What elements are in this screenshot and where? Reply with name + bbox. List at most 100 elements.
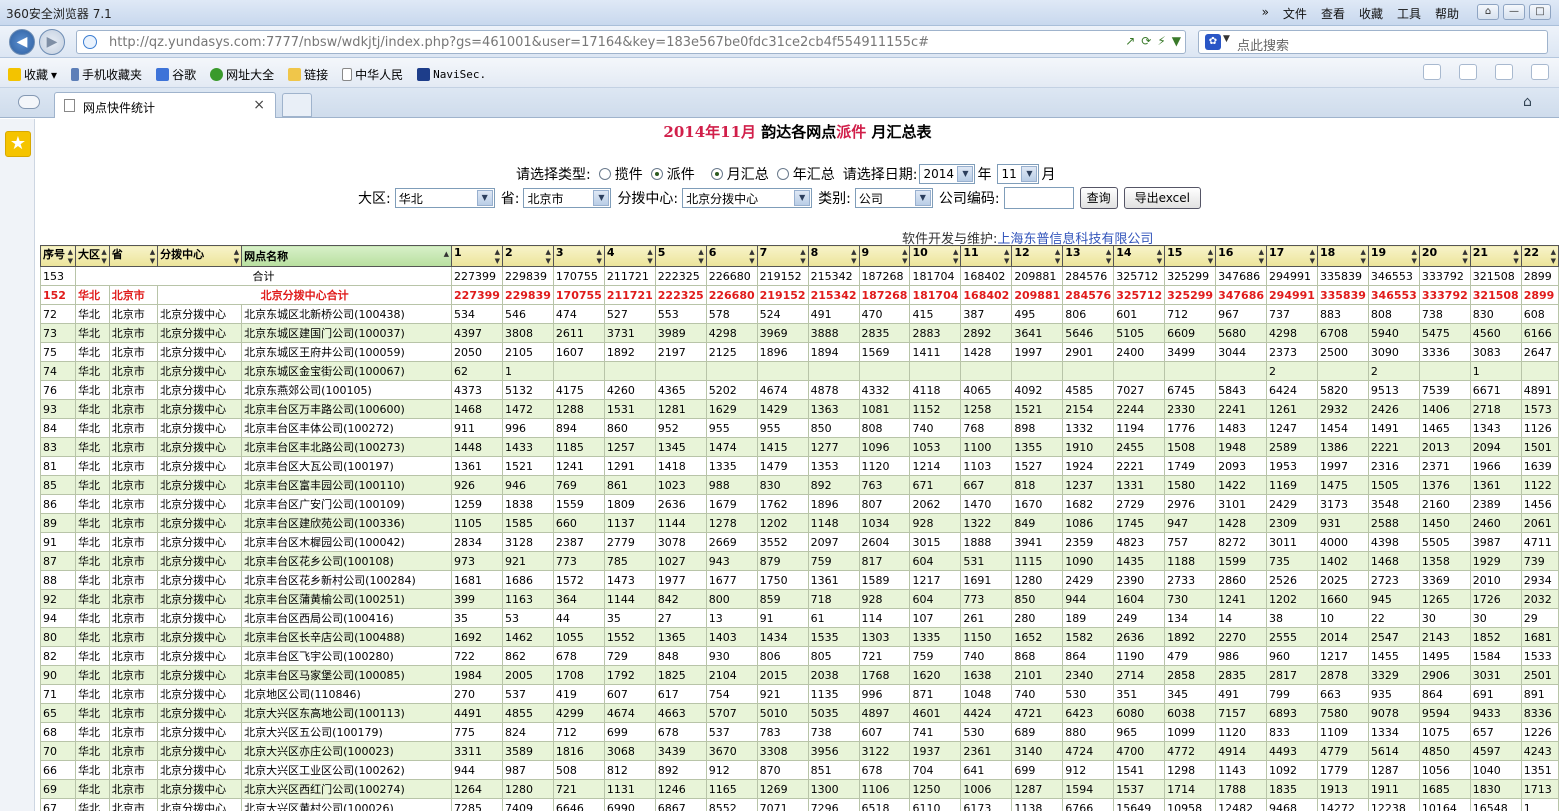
baidu-search-icon[interactable]: ✿ bbox=[1205, 34, 1221, 50]
search-box[interactable]: ✿ ▼ 点此搜索 bbox=[1198, 30, 1548, 54]
table-row[interactable]: 88 华北 北京市 北京分拨中心 北京丰台区花乡新村公司(100284) 1681 1686… bbox=[39, 570, 1559, 590]
sort-icon[interactable]: ▲ ▼ bbox=[1106, 248, 1111, 266]
screenshot-icon[interactable] bbox=[1531, 64, 1549, 80]
table-row[interactable]: 91 华北 北京市 北京分拨中心 北京丰台区木樨园公司(100042) 2834 3128 2… bbox=[39, 532, 1559, 552]
sort-icon[interactable]: ▲ ▼ bbox=[1055, 248, 1060, 266]
extension-icon[interactable] bbox=[1459, 64, 1477, 80]
column-header[interactable]: 5 ▲ ▼ bbox=[654, 245, 707, 267]
radio-collect[interactable] bbox=[598, 168, 611, 180]
security-icon[interactable] bbox=[1495, 64, 1513, 80]
sort-icon[interactable]: ▲ ▼ bbox=[953, 248, 958, 266]
region-select[interactable]: 华北 ▼ bbox=[394, 188, 495, 208]
forward-button[interactable]: ▶ bbox=[39, 29, 65, 55]
refresh-icon[interactable]: ⟳ bbox=[1141, 34, 1151, 48]
column-header[interactable]: 6 ▲ ▼ bbox=[705, 245, 758, 267]
sort-icon[interactable]: ▲ ▼ bbox=[101, 248, 106, 266]
table-row[interactable]: 69 华北 北京市 北京分拨中心 北京大兴区西红门公司(100274) 1264 1280 7… bbox=[39, 779, 1559, 799]
bookmark-google[interactable]: 谷歌 bbox=[156, 66, 196, 83]
home-icon[interactable]: ⌂ bbox=[1523, 94, 1539, 110]
center-select[interactable]: 北京分拨中心 ▼ bbox=[682, 188, 813, 208]
table-row[interactable]: 74 华北 北京市 北京分拨中心 北京东城区金宝街公司(100067) 62 1 2 2 1 bbox=[39, 361, 1559, 381]
search-placeholder[interactable]: 点此搜索 bbox=[1237, 35, 1289, 54]
sort-icon[interactable]: ▲ ▼ bbox=[1411, 248, 1416, 266]
url-text[interactable]: http://qz.yundasys.com:7777/nbsw/wdkjtj/… bbox=[109, 35, 929, 50]
sort-icon[interactable]: ▲ ▼ bbox=[698, 248, 703, 266]
bookmark-links[interactable]: 链接 bbox=[288, 66, 328, 83]
favorites-star-icon[interactable]: ★ bbox=[5, 131, 31, 157]
export-excel-button[interactable]: 导出excel bbox=[1123, 187, 1201, 209]
table-row[interactable]: 92 华北 北京市 北京分拨中心 北京丰台区蒲黄榆公司(100251) 399 1163 36… bbox=[39, 589, 1559, 609]
sort-icon[interactable]: ▲ ▼ bbox=[851, 248, 856, 266]
table-row[interactable]: 85 华北 北京市 北京分拨中心 北京丰台区富丰园公司(100110) 926 946 769… bbox=[39, 475, 1559, 495]
address-bar[interactable]: http://qz.yundasys.com:7777/nbsw/wdkjtj/… bbox=[76, 30, 1186, 54]
radio-monthly[interactable] bbox=[710, 168, 723, 180]
sort-icon[interactable]: ▲ ▼ bbox=[1310, 248, 1315, 266]
radio-yearly[interactable] bbox=[776, 168, 789, 180]
sort-icon[interactable]: ▲ ▼ bbox=[1513, 248, 1518, 266]
menu-favorites[interactable]: 收藏 bbox=[1359, 5, 1383, 22]
table-row[interactable]: 81 华北 北京市 北京分拨中心 北京丰台区大瓦公司(100197) 1361 1521 12… bbox=[39, 456, 1559, 476]
column-header[interactable]: 14 ▲ ▼ bbox=[1113, 245, 1166, 267]
table-row[interactable]: 73 华北 北京市 北京分拨中心 北京东城区建国门公司(100037) 4397 3808 2… bbox=[39, 323, 1559, 343]
sort-icon[interactable]: ▲ ▼ bbox=[234, 248, 239, 266]
share-icon[interactable]: ↗ bbox=[1125, 34, 1135, 48]
menu-help[interactable]: 帮助 bbox=[1435, 5, 1459, 22]
column-header[interactable]: 15 ▲ ▼ bbox=[1164, 245, 1217, 267]
company-code-input[interactable] bbox=[1003, 187, 1074, 209]
province-select[interactable]: 北京市 ▼ bbox=[523, 188, 612, 208]
table-row[interactable]: 89 华北 北京市 北京分拨中心 北京丰台区建欣苑公司(100336) 1105 1585 6… bbox=[39, 513, 1559, 533]
column-header[interactable]: 2 ▲ ▼ bbox=[501, 245, 554, 267]
column-header[interactable]: 18 ▲ ▼ bbox=[1316, 245, 1369, 267]
table-row[interactable]: 67 华北 北京市 北京分拨中心 北京大兴区黄村公司(100026) 7285 7409 66… bbox=[39, 798, 1559, 811]
column-header[interactable]: 10 ▲ ▼ bbox=[909, 245, 962, 267]
sort-icon[interactable]: ▲ ▼ bbox=[150, 248, 155, 266]
table-row[interactable]: 65 华北 北京市 北京分拨中心 北京大兴区东高地公司(100113) 4491 4855 4… bbox=[39, 703, 1559, 723]
table-row[interactable]: 71 华北 北京市 北京分拨中心 北京地区公司(110846) 270 537 419 607 6… bbox=[39, 684, 1559, 704]
table-row[interactable]: 86 华北 北京市 北京分拨中心 北京丰台区广安门公司(100109) 1259 1838 1… bbox=[39, 494, 1559, 514]
bookmark-navisec[interactable]: NaviSec. bbox=[417, 66, 486, 83]
column-header[interactable]: 12 ▲ ▼ bbox=[1011, 245, 1064, 267]
dropdown-icon[interactable]: ▼ bbox=[1172, 34, 1181, 48]
column-header[interactable]: 分拨中心 ▲ ▼ bbox=[157, 245, 243, 267]
table-row[interactable]: 76 华北 北京市 北京分拨中心 北京东燕郊公司(100105) 4373 5132 4175… bbox=[39, 380, 1559, 400]
bookmark-sites[interactable]: 网址大全 bbox=[210, 66, 274, 83]
sort-icon[interactable]: ▲ ▼ bbox=[1259, 248, 1264, 266]
sort-icon[interactable]: ▲ ▼ bbox=[546, 248, 551, 266]
cloud-icon[interactable] bbox=[18, 95, 40, 109]
sort-icon[interactable]: ▲ ▼ bbox=[495, 248, 500, 266]
column-header[interactable]: 22 ▲ ▼ bbox=[1520, 245, 1559, 267]
sort-asc-icon[interactable]: ▲ bbox=[444, 250, 449, 259]
category-select[interactable]: 公司 ▼ bbox=[854, 188, 933, 208]
bookmark-mobile[interactable]: 手机收藏夹 bbox=[71, 66, 142, 83]
new-tab-button[interactable] bbox=[282, 93, 312, 117]
sort-icon[interactable]: ▲ ▼ bbox=[1551, 248, 1556, 266]
sort-icon[interactable]: ▲ ▼ bbox=[902, 248, 907, 266]
apps-icon[interactable] bbox=[1423, 64, 1441, 80]
column-header[interactable]: 16 ▲ ▼ bbox=[1215, 245, 1268, 267]
column-header[interactable]: 13 ▲ ▼ bbox=[1062, 245, 1115, 267]
table-row[interactable]: 90 华北 北京市 北京分拨中心 北京丰台区马家堡公司(100085) 1984 2005 1… bbox=[39, 665, 1559, 685]
column-header[interactable]: 3 ▲ ▼ bbox=[552, 245, 605, 267]
table-row[interactable]: 87 华北 北京市 北京分拨中心 北京丰台区花乡公司(100108) 973 921 773 7… bbox=[39, 551, 1559, 571]
radio-deliver[interactable] bbox=[650, 168, 663, 180]
table-row[interactable]: 93 华北 北京市 北京分拨中心 北京丰台区万丰路公司(100600) 1468 1472 1… bbox=[39, 399, 1559, 419]
sort-icon[interactable]: ▲ ▼ bbox=[749, 248, 754, 266]
maximize-button[interactable]: □ bbox=[1529, 4, 1551, 20]
sort-icon[interactable]: ▲ ▼ bbox=[647, 248, 652, 266]
sort-icon[interactable]: ▲ ▼ bbox=[1157, 248, 1162, 266]
column-header[interactable]: 7 ▲ ▼ bbox=[756, 245, 809, 267]
minimize-button[interactable]: — bbox=[1503, 4, 1525, 20]
table-row[interactable]: 66 华北 北京市 北京分拨中心 北京大兴区工业区公司(100262) 944 987 508… bbox=[39, 760, 1559, 780]
skin-icon[interactable]: ⌂ bbox=[1477, 4, 1499, 20]
table-row[interactable]: 84 华北 北京市 北京分拨中心 北京丰台区丰体公司(100272) 911 996 894 8… bbox=[39, 418, 1559, 438]
table-row[interactable]: 72 华北 北京市 北京分拨中心 北京东城区北新桥公司(100438) 534 546 474… bbox=[39, 304, 1559, 324]
bookmark-favorites[interactable]: 收藏 ▾ bbox=[8, 66, 57, 83]
month-select[interactable]: 11 ▼ bbox=[997, 164, 1040, 184]
table-row[interactable]: 94 华北 北京市 北京分拨中心 北京丰台区西局公司(100416) 35 53 44 35 27… bbox=[39, 608, 1559, 628]
sort-icon[interactable]: ▲ ▼ bbox=[1462, 248, 1467, 266]
table-row[interactable]: 80 华北 北京市 北京分拨中心 北京丰台区长辛店公司(100488) 1692 1462 1… bbox=[39, 627, 1559, 647]
table-row[interactable]: 70 华北 北京市 北京分拨中心 北京大兴区亦庄公司(100023) 3311 3589 18… bbox=[39, 741, 1559, 761]
sort-icon[interactable]: ▲ ▼ bbox=[68, 248, 73, 266]
column-header[interactable]: 8 ▲ ▼ bbox=[807, 245, 860, 267]
menu-tools[interactable]: 工具 bbox=[1397, 5, 1421, 22]
